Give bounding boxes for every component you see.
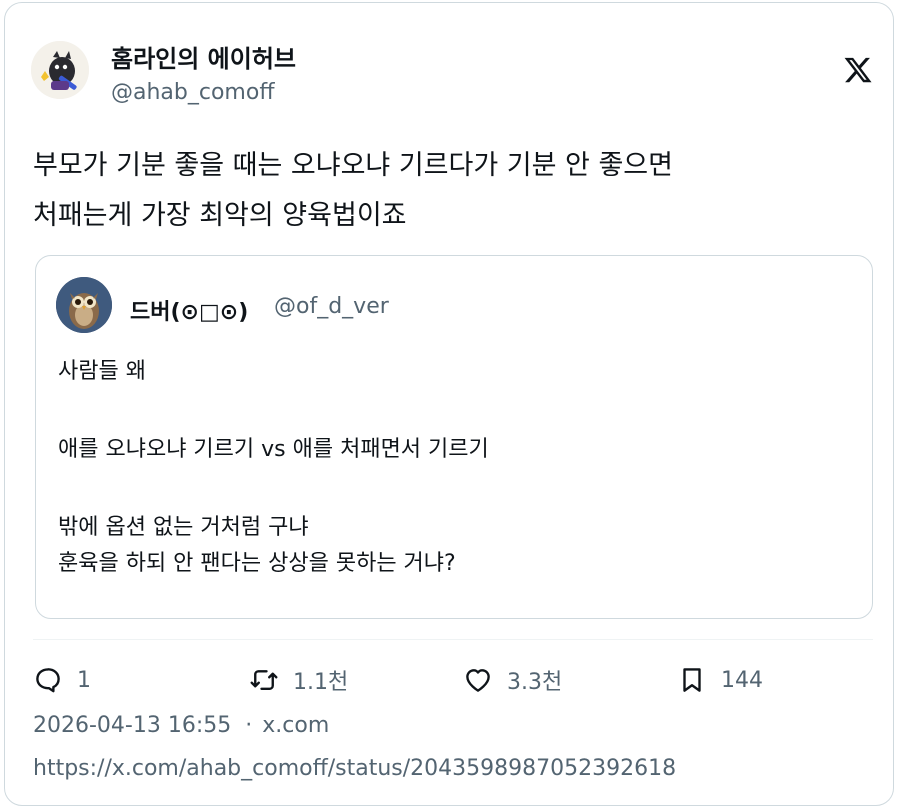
author-avatar[interactable]	[31, 41, 89, 99]
like-button[interactable]: 3.3천	[463, 663, 562, 697]
retweet-icon	[250, 670, 278, 690]
quoted-line: 밖에 옵션 없는 거처럼 구냐	[58, 515, 309, 540]
like-count: 3.3천	[507, 670, 563, 695]
quoted-line: 애를 오냐오냐 기르기 vs 애를 처패면서 기르기	[58, 437, 489, 462]
reply-button[interactable]: 1	[33, 663, 91, 697]
tweet-line: 부모가 기분 좋을 때는 오냐오냐 기르다가 기분 안 좋으면	[33, 150, 673, 181]
quoted-tweet[interactable]: 드버(⊙□⊙) @of_d_ver 사람들 왜 애를 오냐오냐 기르기 vs 애…	[35, 255, 873, 619]
timestamp[interactable]: 2026-04-13 16:55	[33, 713, 231, 738]
quoted-author-avatar[interactable]	[56, 277, 112, 333]
bookmark-button[interactable]: 144	[677, 663, 763, 697]
author-name[interactable]: 홈라인의 에이허브	[111, 39, 296, 74]
heart-icon	[466, 669, 490, 692]
bookmark-icon	[683, 668, 701, 692]
quoted-line: 사람들 왜	[58, 359, 146, 384]
tweet-meta: 2026-04-13 16:55 · x.com	[33, 713, 329, 738]
author-handle[interactable]: @ahab_comoff	[111, 80, 274, 105]
retweet-count: 1.1천	[293, 670, 349, 695]
quoted-tweet-text: 사람들 왜 애를 오냐오냐 기르기 vs 애를 처패면서 기르기 밖에 옵션 없…	[58, 354, 489, 582]
avatar-creature-guitar-icon	[31, 41, 89, 99]
reply-icon	[36, 668, 60, 693]
bookmark-count: 144	[721, 667, 763, 693]
source-label: x.com	[262, 713, 330, 738]
tweet-text: 부모가 기분 좋을 때는 오냐오냐 기르다가 기분 안 좋으면 처패는게 가장 …	[33, 141, 873, 241]
tweet-url[interactable]: https://x.com/ahab_comoff/status/2043598…	[33, 756, 676, 781]
retweet-button[interactable]: 1.1천	[249, 663, 348, 697]
x-logo-icon[interactable]	[843, 55, 873, 85]
tweet-card: 홈라인의 에이허브 @ahab_comoff 부모가 기분 좋을 때는 오냐오냐…	[4, 2, 894, 806]
quoted-author-name[interactable]: 드버(⊙□⊙)	[130, 294, 248, 326]
tweet-line: 처패는게 가장 최악의 양육법이죠	[33, 200, 407, 231]
divider	[33, 639, 873, 640]
quoted-author-handle[interactable]: @of_d_ver	[274, 294, 389, 319]
reply-count: 1	[77, 667, 91, 693]
meta-separator: ·	[245, 713, 253, 738]
avatar-owl-icon	[56, 277, 112, 333]
quoted-line: 훈육을 하되 안 팬다는 상상을 못하는 거냐?	[58, 551, 456, 576]
